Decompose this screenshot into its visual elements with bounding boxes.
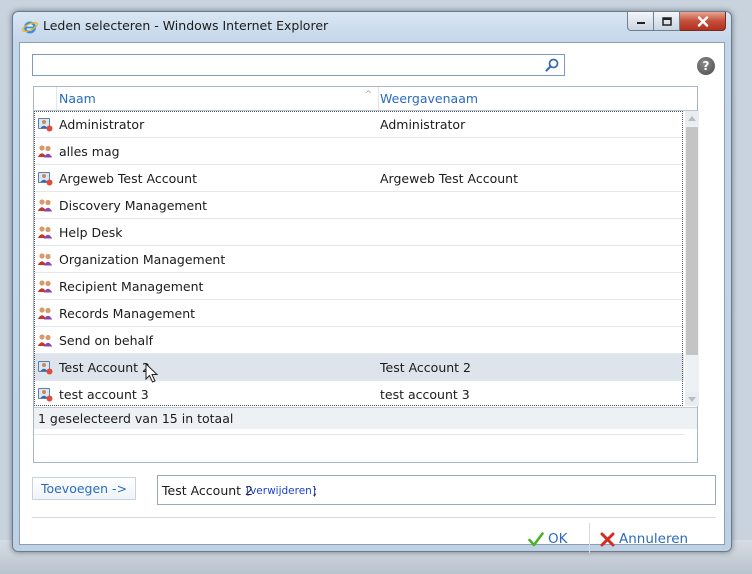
maximize-button[interactable] xyxy=(654,12,680,31)
scrollbar-thumb[interactable] xyxy=(686,127,698,355)
vertical-scrollbar[interactable] xyxy=(685,111,699,406)
column-header-label: Naam xyxy=(59,91,96,106)
grid-header: Naam ^ Weergavenaam xyxy=(34,87,697,111)
cross-icon xyxy=(600,532,615,546)
row-name: Administrator xyxy=(59,117,145,132)
dialog-window: Leden selecteren - Windows Internet Expl… xyxy=(12,11,732,553)
table-row[interactable]: alles mag xyxy=(34,138,684,165)
table-row[interactable]: Recipient Management xyxy=(34,273,684,300)
selected-member-separator: ; xyxy=(313,483,318,498)
column-header-naam[interactable]: Naam ^ xyxy=(57,87,379,110)
row-name: Help Desk xyxy=(59,225,123,240)
scroll-up-button[interactable] xyxy=(685,111,699,125)
column-header-weergavenaam[interactable]: Weergavenaam xyxy=(378,87,678,110)
group-icon xyxy=(37,280,53,293)
help-icon[interactable]: ? xyxy=(697,57,715,75)
row-display-name: test account 3 xyxy=(380,387,470,402)
row-name: test account 3 xyxy=(59,387,149,402)
selected-members-box[interactable]: Test Account 2 [verwijderen] ; xyxy=(157,475,716,505)
group-icon xyxy=(37,145,53,158)
scroll-down-button[interactable] xyxy=(685,392,699,406)
grid-status-bar: 1 geselecteerd van 15 in totaal xyxy=(34,407,697,429)
row-display-name: Argeweb Test Account xyxy=(380,171,518,186)
table-row[interactable]: Help Desk xyxy=(34,219,684,246)
title-bar[interactable]: Leden selecteren - Windows Internet Expl… xyxy=(13,12,731,42)
column-header-label: Weergavenaam xyxy=(380,91,479,106)
row-name: Discovery Management xyxy=(59,198,208,213)
user-icon xyxy=(38,118,53,132)
group-icon xyxy=(37,307,53,320)
search-box xyxy=(32,54,565,76)
group-icon xyxy=(37,334,53,347)
row-display-name: Test Account 2 xyxy=(380,360,471,375)
ok-button[interactable]: OK xyxy=(528,528,567,550)
group-icon xyxy=(37,253,53,266)
table-row[interactable]: Administrator Administrator xyxy=(34,111,684,138)
add-button[interactable]: Toevoegen -> xyxy=(32,477,136,500)
row-name: Send on behalf xyxy=(59,333,154,348)
window-title: Leden selecteren - Windows Internet Expl… xyxy=(43,18,329,33)
close-icon xyxy=(697,15,708,27)
dialog-content: ? Naam ^ Weergavenaam Administrator Admin… xyxy=(19,42,725,553)
row-name: Organization Management xyxy=(59,252,226,267)
grid-rows: Administrator Administrator alles mag Argew… xyxy=(34,111,684,435)
row-name: Test Account 2 xyxy=(59,360,150,375)
group-icon xyxy=(37,199,53,212)
row-display-name: Administrator xyxy=(380,117,466,132)
sort-ascending-icon: ^ xyxy=(364,90,372,100)
user-icon xyxy=(38,361,53,375)
selection-count: 1 geselecteerd van 15 in totaal xyxy=(38,411,234,426)
user-icon xyxy=(38,388,53,402)
header-icon-column xyxy=(34,87,57,110)
group-icon xyxy=(37,226,53,239)
cancel-label: Annuleren xyxy=(619,531,689,547)
checkmark-icon xyxy=(528,531,544,546)
footer-divider xyxy=(32,517,716,518)
minimize-icon xyxy=(636,22,645,24)
table-row[interactable]: test account 3 test account 3 xyxy=(34,381,684,408)
members-grid: Naam ^ Weergavenaam Administrator Adminis… xyxy=(33,86,699,463)
table-row[interactable]: Discovery Management xyxy=(34,192,684,219)
close-button[interactable] xyxy=(680,12,726,31)
search-icon[interactable] xyxy=(544,57,560,73)
remove-member-link[interactable]: [verwijderen] xyxy=(246,485,316,497)
row-name: Records Management xyxy=(59,306,196,321)
button-divider xyxy=(589,523,590,553)
cancel-button[interactable]: Annuleren xyxy=(600,528,688,550)
selected-member-name: Test Account 2 xyxy=(162,483,253,498)
row-name: Recipient Management xyxy=(59,279,204,294)
chevron-down-icon xyxy=(688,396,696,402)
row-name: Argeweb Test Account xyxy=(59,171,197,186)
maximize-icon xyxy=(661,16,672,26)
row-name: alles mag xyxy=(59,144,120,159)
ok-label: OK xyxy=(548,531,568,547)
table-row[interactable]: Argeweb Test Account Argeweb Test Account xyxy=(34,165,684,192)
table-row[interactable]: Records Management xyxy=(34,300,684,327)
table-row[interactable]: Test Account 2 Test Account 2 xyxy=(34,354,684,381)
table-row[interactable]: Send on behalf xyxy=(34,327,684,354)
user-icon xyxy=(38,172,53,186)
chevron-up-icon xyxy=(688,115,696,121)
table-row[interactable]: Organization Management xyxy=(34,246,684,273)
search-input[interactable] xyxy=(33,55,546,75)
minimize-button[interactable] xyxy=(627,12,654,31)
internet-explorer-icon xyxy=(22,21,38,34)
